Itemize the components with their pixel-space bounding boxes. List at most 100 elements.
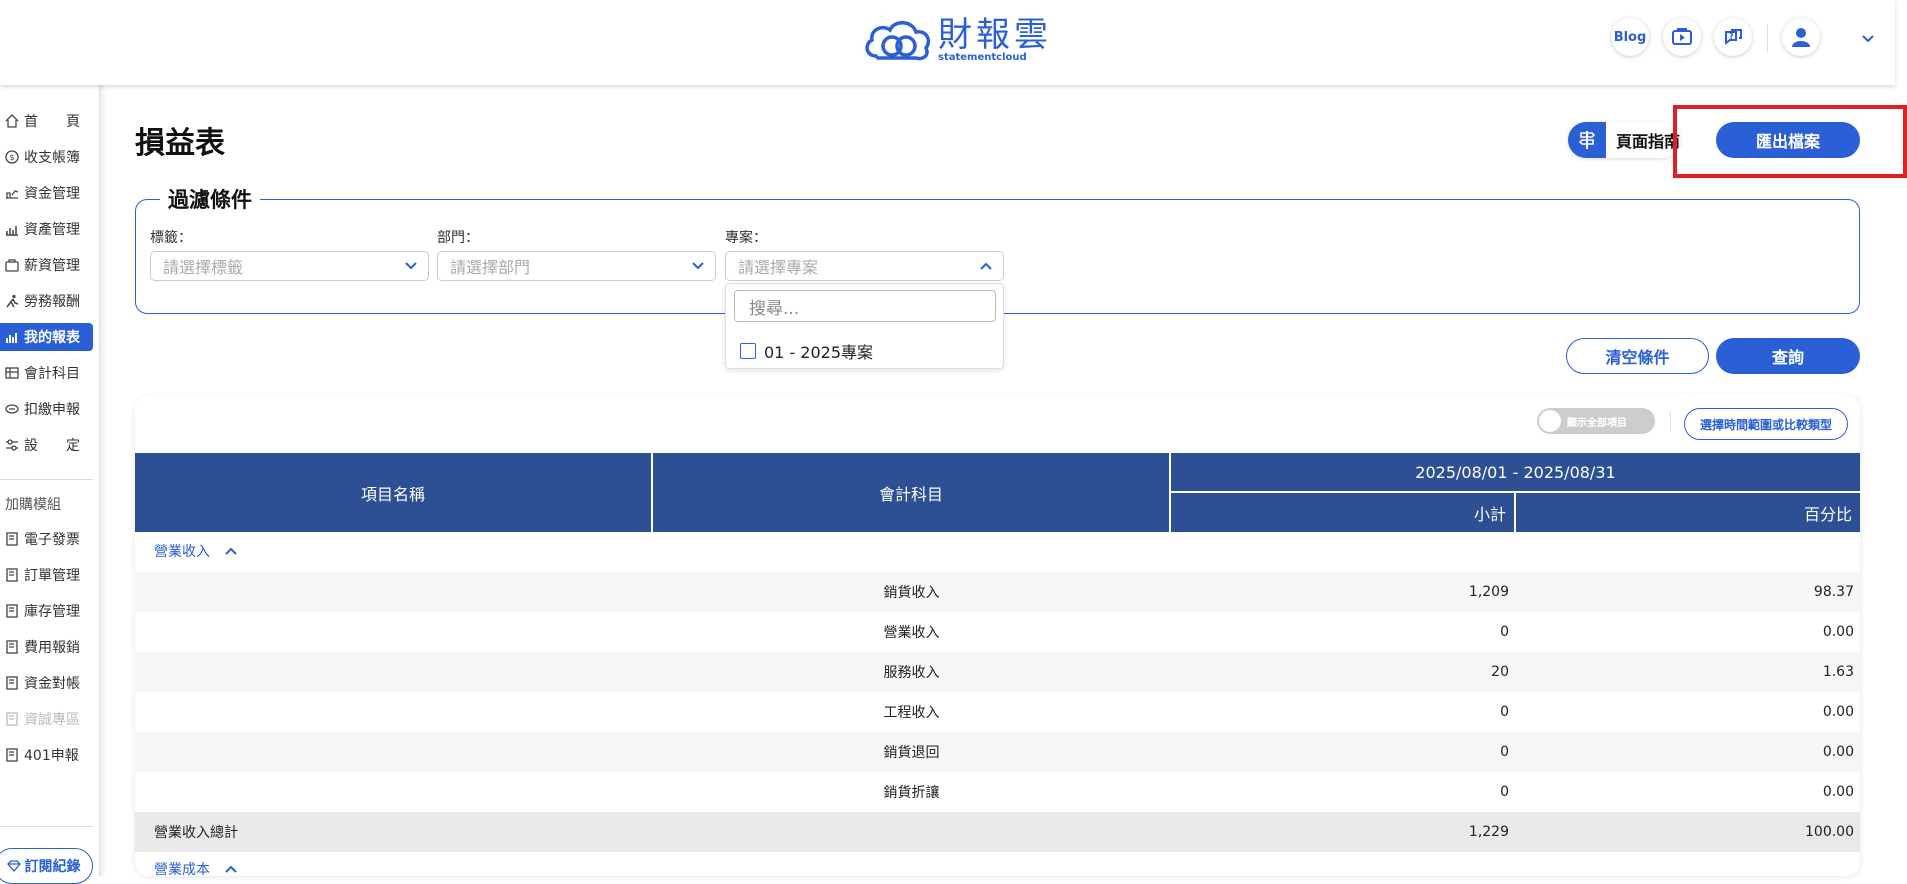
project-option-label: 01 - 2025專案 <box>764 343 874 362</box>
subtotal-cell: 0 <box>1500 784 1509 800</box>
sidebar-item-labor[interactable]: 勞務報酬 <box>0 287 93 315</box>
option-checkbox[interactable] <box>740 343 756 359</box>
table-row: 銷貨收入 1,209 98.37 <box>135 572 1860 612</box>
sidebar-item-label: 資誠專區 <box>24 712 80 728</box>
table-row: 銷貨折讓 0 0.00 <box>135 772 1860 812</box>
subscription-button[interactable]: 訂閱紀錄 <box>0 848 93 884</box>
percent-cell: 0.00 <box>1822 784 1854 800</box>
tag-select[interactable]: 請選擇標籤 <box>150 251 429 281</box>
project-option[interactable]: 01 - 2025專案 <box>740 339 873 363</box>
percent-cell: 0.00 <box>1822 704 1854 720</box>
tag-placeholder: 請選擇標籤 <box>163 258 244 277</box>
page-guide-button[interactable]: 頁面指南 <box>1568 122 1680 158</box>
clear-filters-button[interactable]: 清空條件 <box>1566 338 1709 374</box>
table-row: 營業收入 0 0.00 <box>135 612 1860 652</box>
subtotal-cell: 20 <box>1491 664 1509 680</box>
select-range-button[interactable]: 選擇時間範圍或比較類型 <box>1684 408 1848 440</box>
sidebar-item-e-invoice[interactable]: 電子發票 <box>0 525 93 553</box>
sidebar-item-label: 訂單管理 <box>24 568 80 584</box>
help-chat-icon: ? <box>1725 29 1742 45</box>
video-tutorial-button[interactable] <box>1663 18 1701 56</box>
sidebar-item-expenses[interactable]: 費用報銷 <box>0 633 93 661</box>
chevron-up-icon <box>225 547 237 555</box>
sidebar-item-asset[interactable]: 資產管理 <box>0 215 93 243</box>
svg-text:?: ? <box>1729 32 1734 41</box>
sidebar-item-withholding[interactable]: 扣繳申報 <box>0 395 93 423</box>
chevron-down-icon <box>405 262 417 270</box>
asset-icon <box>6 226 18 236</box>
project-search-input[interactable]: 搜尋... <box>734 290 996 322</box>
subscription-label: 訂閱紀錄 <box>24 859 81 875</box>
account-cell: 銷貨退回 <box>883 745 940 761</box>
chevron-up-icon <box>225 865 237 873</box>
cloud-logo-icon <box>865 21 931 61</box>
module-icon <box>6 676 18 690</box>
project-select[interactable]: 請選擇專案 <box>725 251 1004 281</box>
sidebar-item-settings[interactable]: 設 定 <box>0 431 93 459</box>
subtotal-cell: 0 <box>1500 704 1509 720</box>
highlight-box <box>1673 105 1907 178</box>
app-logo[interactable]: 財報雲 statementcloud <box>862 16 1052 64</box>
table-row: 服務收入 20 1.63 <box>135 652 1860 692</box>
percent-cell: 98.37 <box>1813 584 1854 600</box>
dept-select[interactable]: 請選擇部門 <box>437 251 716 281</box>
blog-label: Blog <box>1613 29 1647 45</box>
user-avatar-button[interactable] <box>1782 18 1820 56</box>
total-row: 營業收入總計 1,229 100.00 <box>135 812 1860 852</box>
toggle-label: 顯示全部項目 <box>1567 417 1627 429</box>
total-label: 營業收入總計 <box>154 825 238 841</box>
guide-icon-wrap <box>1568 122 1606 158</box>
sidebar-item-orders[interactable]: 訂單管理 <box>0 561 93 589</box>
sidebar-item-label: 薪資管理 <box>24 258 80 274</box>
sidebar-item-inventory[interactable]: 庫存管理 <box>0 597 93 625</box>
toggle-knob <box>1539 410 1561 432</box>
page-title: 損益表 <box>135 126 225 161</box>
account-cell: 營業收入 <box>883 625 940 641</box>
sidebar-item-401-filing[interactable]: 401申報 <box>0 741 93 769</box>
section-title: 營業收入 <box>154 544 210 560</box>
header-divider <box>1767 24 1768 52</box>
settings-icon <box>6 439 18 451</box>
column-header-percent[interactable]: 百分比 <box>1516 493 1860 532</box>
percent-cell: 1.63 <box>1822 664 1854 680</box>
sidebar-item-reconciliation[interactable]: 資金對帳 <box>0 669 93 697</box>
account-cell: 工程收入 <box>883 705 940 721</box>
chevron-down-icon[interactable] <box>1860 28 1876 50</box>
sidebar-item-my-reports[interactable]: 我的報表 <box>0 323 93 351</box>
sidebar-item-fund[interactable]: 資金管理 <box>0 179 93 207</box>
ledger-icon <box>5 367 19 379</box>
module-icon <box>6 568 18 582</box>
chevron-down-icon <box>692 262 704 270</box>
salary-icon <box>5 259 19 272</box>
query-button[interactable]: 查詢 <box>1716 338 1860 374</box>
sidebar-item-label: 資產管理 <box>24 222 80 238</box>
home-icon <box>5 114 19 128</box>
help-button[interactable]: ? <box>1714 18 1752 56</box>
sidebar-item-salary[interactable]: 薪資管理 <box>0 251 93 279</box>
signpost-icon <box>1578 131 1596 149</box>
section-toggle[interactable]: 營業成本 <box>154 859 238 879</box>
svg-text:$: $ <box>10 153 15 162</box>
subtotal-cell: 1,209 <box>1468 584 1509 600</box>
blog-button[interactable]: Blog <box>1611 18 1649 56</box>
sidebar-item-ledger-book[interactable]: $ 收支帳簿 <box>0 143 93 171</box>
column-header-subtotal[interactable]: 小計 <box>1171 493 1515 532</box>
sidebar-item-label: 庫存管理 <box>24 604 80 620</box>
dept-placeholder: 請選擇部門 <box>450 258 531 277</box>
section-toggle[interactable]: 營業收入 <box>154 541 238 561</box>
page-guide-label: 頁面指南 <box>1615 132 1680 151</box>
sidebar-item-label: 我的報表 <box>24 330 80 346</box>
video-tutorial-icon <box>1672 28 1692 45</box>
show-all-toggle[interactable]: 顯示全部項目 <box>1537 408 1655 434</box>
sidebar-item-home[interactable]: 首 頁 <box>0 107 93 135</box>
sidebar-addon-title: 加購模組 <box>5 497 61 513</box>
column-header-account[interactable]: 會計科目 <box>653 453 1170 532</box>
module-icon <box>6 712 18 726</box>
sidebar-item-label: 首 頁 <box>24 114 80 130</box>
column-header-period: 2025/08/01 - 2025/08/31 <box>1171 453 1860 492</box>
filter-legend: 過濾條件 <box>160 184 260 214</box>
tax-icon <box>5 404 19 414</box>
column-header-item[interactable]: 項目名稱 <box>135 453 652 532</box>
sidebar-item-accounts[interactable]: 會計科目 <box>0 359 93 387</box>
percent-cell: 0.00 <box>1822 624 1854 640</box>
